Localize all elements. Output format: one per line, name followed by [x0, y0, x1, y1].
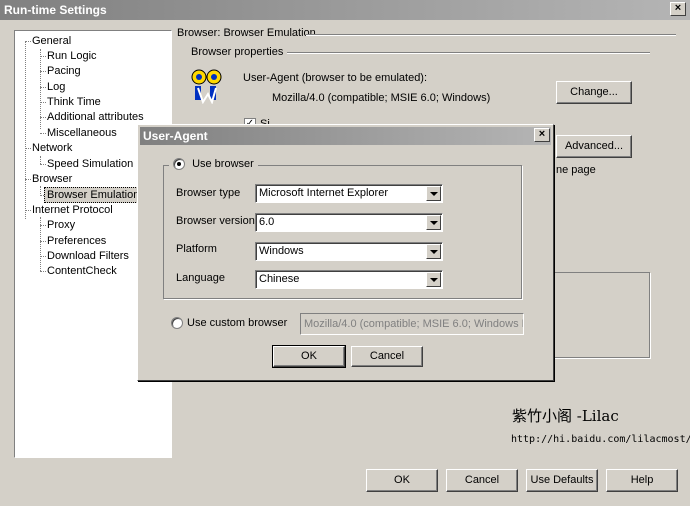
browser-type-label: Browser type [176, 187, 241, 199]
user-agent-label: User-Agent (browser to be emulated): [243, 72, 428, 84]
tree-item-download-filters[interactable]: Download Filters [45, 249, 131, 263]
chevron-down-icon[interactable] [426, 272, 441, 287]
change-button-label: Change... [570, 86, 618, 98]
use-custom-browser-label: Use custom browser [187, 317, 288, 329]
browser-version-label: Browser version [176, 215, 255, 227]
custom-browser-input[interactable]: Mozilla/4.0 (compatible; MSIE 6.0; Windo… [300, 313, 524, 335]
dialog-close-icon[interactable]: × [534, 128, 550, 142]
chevron-down-icon[interactable] [426, 215, 441, 230]
panel-heading: Browser: Browser Emulation [177, 27, 316, 39]
tree-item-think-time[interactable]: Think Time [45, 95, 103, 109]
partial-page-text: ne page [556, 164, 596, 176]
dialog-cancel-button[interactable]: Cancel [351, 346, 423, 367]
dialog-ok-label: OK [301, 350, 317, 362]
language-label: Language [176, 272, 225, 284]
help-button[interactable]: Help [606, 469, 678, 492]
advanced-button-label: Advanced... [564, 140, 624, 152]
browser-emulation-icon [191, 69, 222, 104]
browser-version-value: 6.0 [259, 216, 275, 228]
tree-item-miscellaneous[interactable]: Miscellaneous [45, 126, 119, 140]
use-custom-browser-radio[interactable] [171, 317, 183, 329]
panel-heading-divider [306, 34, 676, 36]
chevron-down-icon[interactable] [426, 244, 441, 259]
watermark-title: 紫竹小阁 -Lilac [512, 407, 619, 425]
help-button-label: Help [630, 474, 654, 486]
tree-item-proxy[interactable]: Proxy [45, 218, 77, 232]
tree-item-pacing[interactable]: Pacing [45, 64, 83, 78]
platform-label: Platform [176, 243, 217, 255]
tree-item-preferences[interactable]: Preferences [45, 234, 108, 248]
runtime-settings-window: Run-time Settings × General Run Logic Pa… [0, 0, 690, 506]
use-browser-legend[interactable]: Use browser [169, 158, 258, 172]
tree-item-general[interactable]: General [30, 34, 73, 48]
dialog-cancel-label: Cancel [369, 350, 405, 362]
section-heading: Browser properties [191, 46, 284, 58]
tree-item-network[interactable]: Network [30, 141, 74, 155]
user-agent-value: Mozilla/4.0 (compatible; MSIE 6.0; Windo… [272, 92, 491, 104]
section-divider [287, 52, 650, 54]
tree-item-run-logic[interactable]: Run Logic [45, 49, 99, 63]
browser-version-select[interactable]: 6.0 [255, 213, 443, 232]
user-agent-dialog: User-Agent × Use browser Browser type Mi… [137, 124, 554, 381]
dialog-title: User-Agent [140, 127, 551, 145]
tree-item-internet-protocol[interactable]: Internet Protocol [30, 203, 115, 217]
watermark-url: http://hi.baidu.com/lilacmost/ [511, 434, 690, 445]
use-browser-radio[interactable] [173, 158, 185, 171]
cancel-button-label: Cancel [464, 474, 500, 486]
tree-item-additional-attributes[interactable]: Additional attributes [45, 110, 146, 124]
dialog-ok-button[interactable]: OK [272, 345, 346, 368]
browser-type-value: Microsoft Internet Explorer [259, 187, 388, 199]
use-defaults-button-label: Use Defaults [530, 474, 594, 486]
use-browser-label: Use browser [192, 158, 254, 171]
change-button[interactable]: Change... [556, 81, 632, 104]
platform-value: Windows [259, 245, 304, 257]
tree-item-log[interactable]: Log [45, 80, 67, 94]
cancel-button[interactable]: Cancel [446, 469, 518, 492]
window-title: Run-time Settings [0, 0, 690, 20]
tree-item-speed-simulation[interactable]: Speed Simulation [45, 157, 135, 171]
language-value: Chinese [259, 273, 300, 285]
use-defaults-button[interactable]: Use Defaults [526, 469, 598, 492]
language-select[interactable]: Chinese [255, 270, 443, 289]
tree-item-contentcheck[interactable]: ContentCheck [45, 264, 119, 278]
platform-select[interactable]: Windows [255, 242, 443, 261]
tree-item-browser[interactable]: Browser [30, 172, 74, 186]
ok-button[interactable]: OK [366, 469, 438, 492]
window-close-icon[interactable]: × [670, 2, 686, 16]
chevron-down-icon[interactable] [426, 186, 441, 201]
advanced-button[interactable]: Advanced... [556, 135, 632, 158]
tree-item-browser-emulation[interactable]: Browser Emulation [44, 187, 143, 203]
ok-button-label: OK [394, 474, 410, 486]
browser-type-select[interactable]: Microsoft Internet Explorer [255, 184, 443, 203]
